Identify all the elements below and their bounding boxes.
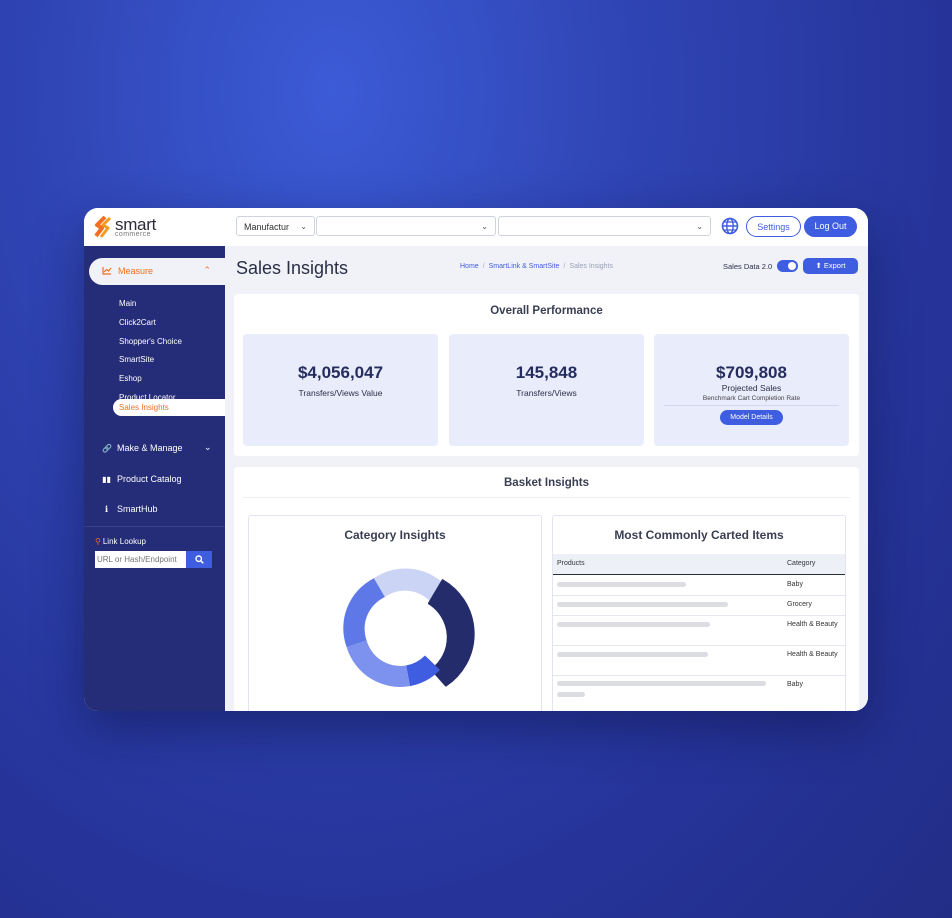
link-icon: 🔗 [102, 444, 112, 453]
chevron-down-icon: ⌄ [300, 222, 307, 231]
link-lookup-title: ⚲ Link Lookup [95, 537, 146, 546]
category-cell: Baby [787, 581, 803, 588]
kpi-label: Transfers/Views [516, 388, 577, 398]
product-placeholder [557, 692, 585, 697]
search-icon [194, 555, 204, 564]
table-row: Health & Beauty [553, 645, 845, 676]
table-row: Grocery [553, 595, 845, 616]
top-bar: smart commerce Manufactur ⌄ ⌄ ⌄ Settings… [84, 208, 868, 246]
overall-performance-title: Overall Performance [490, 305, 603, 317]
sidebar-subitem-shoppers-choice[interactable]: Shopper's Choice [119, 337, 182, 346]
sidebar-item-product-catalog[interactable]: ▮▮ Product Catalog [102, 474, 182, 484]
category-insights-title: Category Insights [344, 528, 446, 542]
basket-insights-title: Basket Insights [504, 477, 589, 489]
filter-select-2[interactable]: ⌄ [316, 216, 496, 236]
chevron-down-icon[interactable]: ⌄ [204, 442, 212, 453]
filter-select-3[interactable]: ⌄ [498, 216, 711, 236]
product-placeholder [557, 681, 766, 686]
carted-items-title: Most Commonly Carted Items [614, 528, 784, 542]
sidebar-subitem-main[interactable]: Main [119, 299, 136, 308]
sidebar-item-label: Make & Manage [117, 443, 183, 453]
search-icon: ⚲ [95, 537, 101, 546]
category-insights-card: Category Insights [248, 515, 542, 711]
breadcrumb-home[interactable]: Home [460, 263, 479, 270]
sidebar-subitem-eshop[interactable]: Eshop [119, 374, 142, 383]
book-icon: ▮▮ [102, 475, 111, 484]
product-placeholder [557, 652, 708, 657]
kpi-value: $709,808 [716, 363, 787, 382]
model-details-button[interactable]: Model Details [720, 410, 783, 425]
app-window: smart commerce Manufactur ⌄ ⌄ ⌄ Settings… [84, 208, 868, 711]
sidebar-item-make-manage[interactable]: 🔗 Make & Manage [102, 443, 183, 453]
donut-segment-medium [343, 578, 385, 648]
sidebar-subitem-click2cart[interactable]: Click2Cart [119, 318, 156, 327]
kpi-sublabel: Benchmark Cart Completion Rate [702, 395, 801, 402]
category-cell: Grocery [787, 601, 812, 608]
main-content: Sales Insights Home / SmartLink & SmartSit… [225, 246, 868, 711]
donut-segment-mid [346, 640, 410, 687]
table-row: Health & Beauty [553, 615, 845, 646]
product-placeholder [557, 582, 686, 587]
kpi-divider [664, 405, 839, 406]
brand-sub: commerce [115, 231, 151, 238]
product-placeholder [557, 622, 710, 627]
upload-icon: ⬆ [815, 261, 822, 270]
overall-performance-panel: Overall Performance $4,056,047 Transfers… [234, 294, 859, 456]
sidebar-subitem-sales-insights[interactable]: Sales Insights [113, 399, 225, 416]
category-cell: Health & Beauty [787, 651, 838, 658]
globe-icon[interactable] [721, 217, 739, 235]
column-header-products: Products [557, 560, 585, 567]
column-header-category: Category [787, 560, 816, 567]
info-icon: i [104, 504, 109, 514]
settings-button[interactable]: Settings [746, 216, 801, 237]
brand-logo[interactable]: smart commerce [94, 216, 156, 238]
product-placeholder [557, 602, 728, 607]
carted-items-card: Most Commonly Carted Items Products Cate… [552, 515, 846, 711]
chevron-up-icon: ⌃ [203, 265, 211, 275]
kpi-label: Transfers/Views Value [298, 388, 383, 398]
manufacturer-select[interactable]: Manufactur ⌄ [236, 216, 315, 236]
kpi-value: 145,848 [515, 363, 578, 382]
logout-button[interactable]: Log Out [804, 216, 857, 237]
category-cell: Baby [787, 681, 803, 688]
chart-icon [102, 267, 112, 275]
table-row: Baby [553, 675, 845, 711]
sidebar-subitem-smartsite[interactable]: SmartSite [119, 355, 154, 364]
export-label: Export [823, 261, 846, 270]
chevron-down-icon: ⌄ [481, 222, 488, 231]
panel-divider [243, 497, 850, 498]
breadcrumb-smartlink[interactable]: SmartLink & SmartSite [489, 263, 560, 270]
sidebar-divider [84, 526, 225, 527]
kpi-value: $4,056,047 [297, 363, 384, 382]
sales-data-toggle[interactable] [777, 260, 798, 272]
breadcrumb: Home / SmartLink & SmartSite / Sales Insight… [460, 263, 613, 270]
kpi-card-transfers-value: $4,056,047 Transfers/Views Value [243, 334, 438, 446]
breadcrumb-current: Sales Insights [569, 263, 613, 270]
sidebar-item-label: SmartHub [117, 504, 158, 514]
manufacturer-select-value: Manufactur [244, 222, 290, 232]
sidebar-subitem-label: Sales Insights [119, 403, 169, 412]
chevron-down-icon: ⌄ [696, 222, 703, 231]
export-button[interactable]: ⬆ Export [803, 258, 858, 274]
sidebar-item-label: Product Catalog [117, 474, 182, 484]
basket-insights-panel: Basket Insights Category Insights Most C… [234, 467, 859, 711]
table-header: Products Category [553, 554, 845, 575]
link-lookup-label: Link Lookup [102, 537, 147, 546]
sidebar-item-label: Measure [118, 266, 154, 276]
sidebar: Measure ⌃ Main Click2Cart Shopper's Choi… [84, 246, 225, 711]
link-lookup-button[interactable] [186, 551, 212, 568]
kpi-card-transfers: 145,848 Transfers/Views [449, 334, 644, 446]
sidebar-item-smarthub[interactable]: i SmartHub [102, 504, 158, 514]
kpi-card-projected-sales: $709,808 Projected Sales Benchmark Cart … [654, 334, 849, 446]
page-title: Sales Insights [236, 258, 349, 278]
category-cell: Health & Beauty [787, 621, 838, 628]
link-lookup-input[interactable] [95, 551, 186, 568]
logo-mark-icon [94, 216, 112, 238]
sales-data-label: Sales Data 2.0 [723, 262, 773, 271]
table-row: Baby [553, 575, 845, 596]
sidebar-item-measure[interactable]: Measure ⌃ [89, 258, 225, 285]
donut-segment-blue [406, 655, 440, 687]
kpi-label: Projected Sales [721, 383, 782, 393]
category-donut-chart [343, 568, 475, 687]
